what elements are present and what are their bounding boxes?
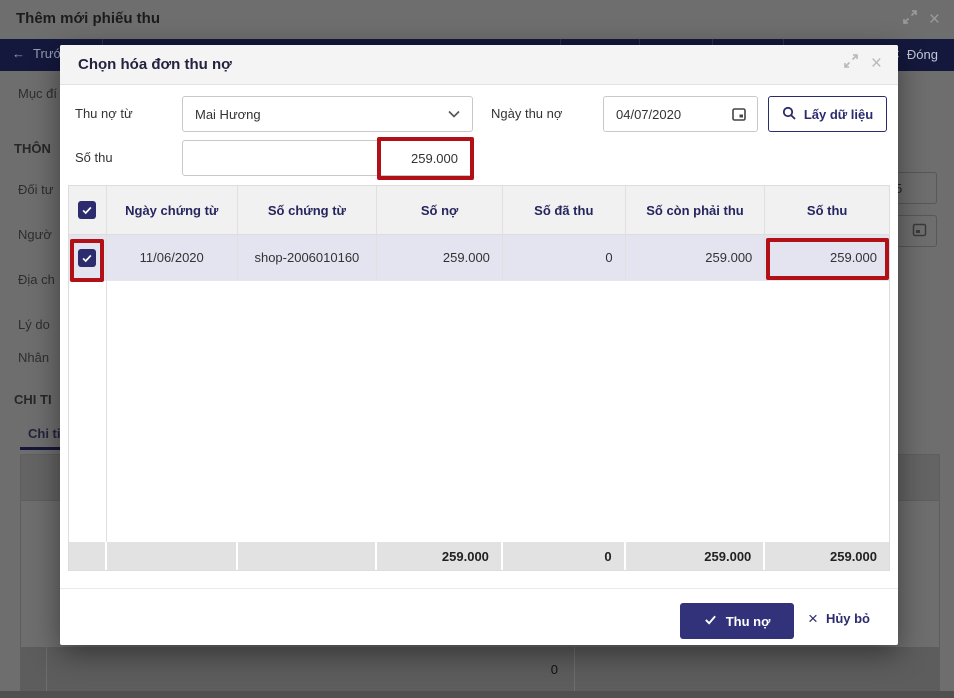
bg-label-person: Ngườ [18,227,52,242]
bg-footer-total: 0 [47,647,575,691]
expand-icon[interactable] [844,54,858,73]
date-label: Ngày thu nợ [491,106,563,121]
collect-debt-button[interactable]: Thu nợ [680,603,794,639]
col-header-amount[interactable]: Số thu [765,186,889,234]
bg-bottom-strip [0,691,954,698]
dialog-title: Chọn hóa đơn thu nợ [78,56,232,73]
bg-label-reason: Lý do [18,317,50,332]
calendar-icon[interactable] [731,106,747,122]
bg-label-address: Địa ch [18,272,55,287]
bg-label-employee: Nhân [18,350,50,365]
invoice-table: Ngày chứng từ Số chứng từ Số nợ Số đã th… [68,185,890,571]
total-remaining: 259.000 [626,542,766,570]
payer-select[interactable]: Mai Hương [182,96,473,132]
col-header-collected[interactable]: Số đã thu [503,186,626,234]
search-icon [782,106,796,123]
total-debt: 259.000 [377,542,503,570]
screen: Thêm mới phiếu thu × ← Trước × Đóng Mục … [0,0,954,698]
cell-collected: 0 [503,235,626,280]
collect-date-value: 04/07/2020 [616,106,682,122]
amount-input[interactable] [182,140,473,176]
table-totals-row: 259.000 0 259.000 259.000 [69,542,889,570]
footer-divider [60,588,898,589]
cell-doc-date: 11/06/2020 [107,235,238,280]
background-window-titlebar: Thêm mới phiếu thu × [0,0,954,39]
calendar-icon [912,222,927,240]
close-icon: × [808,609,818,628]
bg-grid-footer: 0 [20,647,940,691]
background-window-title: Thêm mới phiếu thu [16,10,160,27]
expand-icon [903,10,917,29]
invoice-picker-dialog: Chọn hóa đơn thu nợ × Thu nợ từ Mai Hươn… [60,45,898,645]
col-header-doc-no[interactable]: Số chứng từ [238,186,378,234]
table-empty-area [69,281,889,542]
table-row[interactable]: 11/06/2020 shop-2006010160 259.000 0 259… [69,235,889,281]
select-all-checkbox[interactable] [78,201,97,219]
arrow-left-icon: ← [12,46,25,61]
payer-label: Thu nợ từ [75,106,133,121]
row-checkbox[interactable] [78,248,97,267]
dialog-titlebar: Chọn hóa đơn thu nợ × [60,45,898,85]
total-amount: 259.000 [830,548,877,564]
cell-amount: 259.000 [830,250,877,265]
total-collected: 0 [503,542,626,570]
fetch-data-button[interactable]: Lấy dữ liệu [768,96,887,132]
col-header-debt[interactable]: Số nợ [377,186,503,234]
bg-section-detail: CHI TI [14,392,52,407]
cell-debt: 259.000 [377,235,503,280]
bg-label-purpose: Mục đí [18,86,58,101]
cell-remaining: 259.000 [626,235,766,280]
col-header-doc-date[interactable]: Ngày chứng từ [107,186,238,234]
bg-section-info: THÔN [14,141,51,156]
close-icon: × [928,8,940,30]
table-header-row: Ngày chứng từ Số chứng từ Số nợ Số đã th… [69,186,889,235]
cell-doc-no: shop-2006010160 [238,235,378,280]
payer-select-value: Mai Hương [195,106,261,122]
chevron-down-icon [448,110,460,118]
check-icon [704,613,717,629]
amount-label: Số thu [75,150,113,165]
cancel-button[interactable]: × Hủy bỏ [808,609,870,628]
bg-label-object: Đối tư [18,182,54,197]
bg-tab-detail: Chi ti [28,426,61,441]
close-page-button: × Đóng [891,46,938,63]
col-header-remaining[interactable]: Số còn phải thu [626,186,766,234]
close-icon[interactable]: × [871,54,882,73]
collect-date-input[interactable]: 04/07/2020 [603,96,758,132]
